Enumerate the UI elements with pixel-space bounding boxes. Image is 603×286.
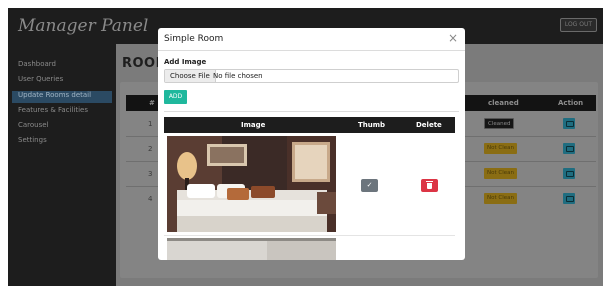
row-number: 3	[148, 170, 153, 178]
app-brand: Manager Panel	[18, 16, 149, 36]
modal-body-divider	[164, 111, 459, 112]
add-image-label: Add Image	[164, 58, 207, 66]
hotel-room-photo	[167, 136, 336, 232]
edit-icon[interactable]	[563, 193, 575, 204]
edit-icon[interactable]	[563, 143, 575, 154]
trash-icon[interactable]	[421, 179, 438, 192]
file-input[interactable]: Choose File No file chosen	[164, 69, 459, 83]
sidebar-item-settings[interactable]: Settings	[18, 136, 47, 144]
status-badge: Not Clean	[484, 168, 517, 179]
image-table: Image Thumb Delete ✓	[164, 117, 455, 260]
edit-icon[interactable]	[563, 118, 575, 129]
sidebar-item-user-queries[interactable]: User Queries	[18, 75, 63, 83]
file-status-text: No file chosen	[213, 72, 263, 80]
add-button[interactable]: ADD	[164, 90, 187, 104]
sidebar-item-dashboard[interactable]: Dashboard	[18, 60, 56, 68]
app-window: Manager Panel LOG OUT Dashboard User Que…	[8, 8, 603, 286]
image-modal: Simple Room × Add Image Choose File No f…	[158, 28, 465, 260]
header-cleaned: cleaned	[488, 99, 519, 107]
sidebar: Dashboard User Queries Update Rooms deta…	[8, 44, 116, 286]
header-action: Action	[558, 99, 584, 107]
image-row-divider	[164, 235, 455, 236]
sidebar-item-features-facilities[interactable]: Features & Facilities	[18, 106, 88, 114]
edit-icon[interactable]	[563, 168, 575, 179]
check-icon[interactable]: ✓	[361, 179, 378, 192]
status-badge: Cleaned	[484, 118, 515, 129]
room-image	[167, 136, 336, 232]
image-table-header: Image Thumb Delete	[164, 117, 455, 133]
modal-title: Simple Room	[164, 34, 224, 44]
sidebar-item-update-rooms[interactable]: Update Rooms detail	[18, 91, 91, 99]
row-number: 4	[148, 195, 153, 203]
modal-header-divider	[158, 50, 465, 51]
sidebar-item-carousel[interactable]: Carousel	[18, 121, 49, 129]
choose-file-button[interactable]: Choose File	[165, 70, 216, 82]
header-delete: Delete	[416, 121, 442, 129]
row-number: 1	[148, 120, 153, 128]
logout-button[interactable]: LOG OUT	[559, 18, 597, 32]
hotel-room-photo	[167, 238, 336, 260]
header-num: #	[149, 99, 155, 107]
header-image: Image	[241, 121, 266, 129]
status-badge: Not Clean	[484, 193, 517, 204]
close-icon[interactable]: ×	[448, 31, 458, 45]
room-image	[167, 238, 336, 260]
row-number: 2	[148, 145, 153, 153]
header-thumb: Thumb	[358, 121, 386, 129]
status-badge: Not Clean	[484, 143, 517, 154]
